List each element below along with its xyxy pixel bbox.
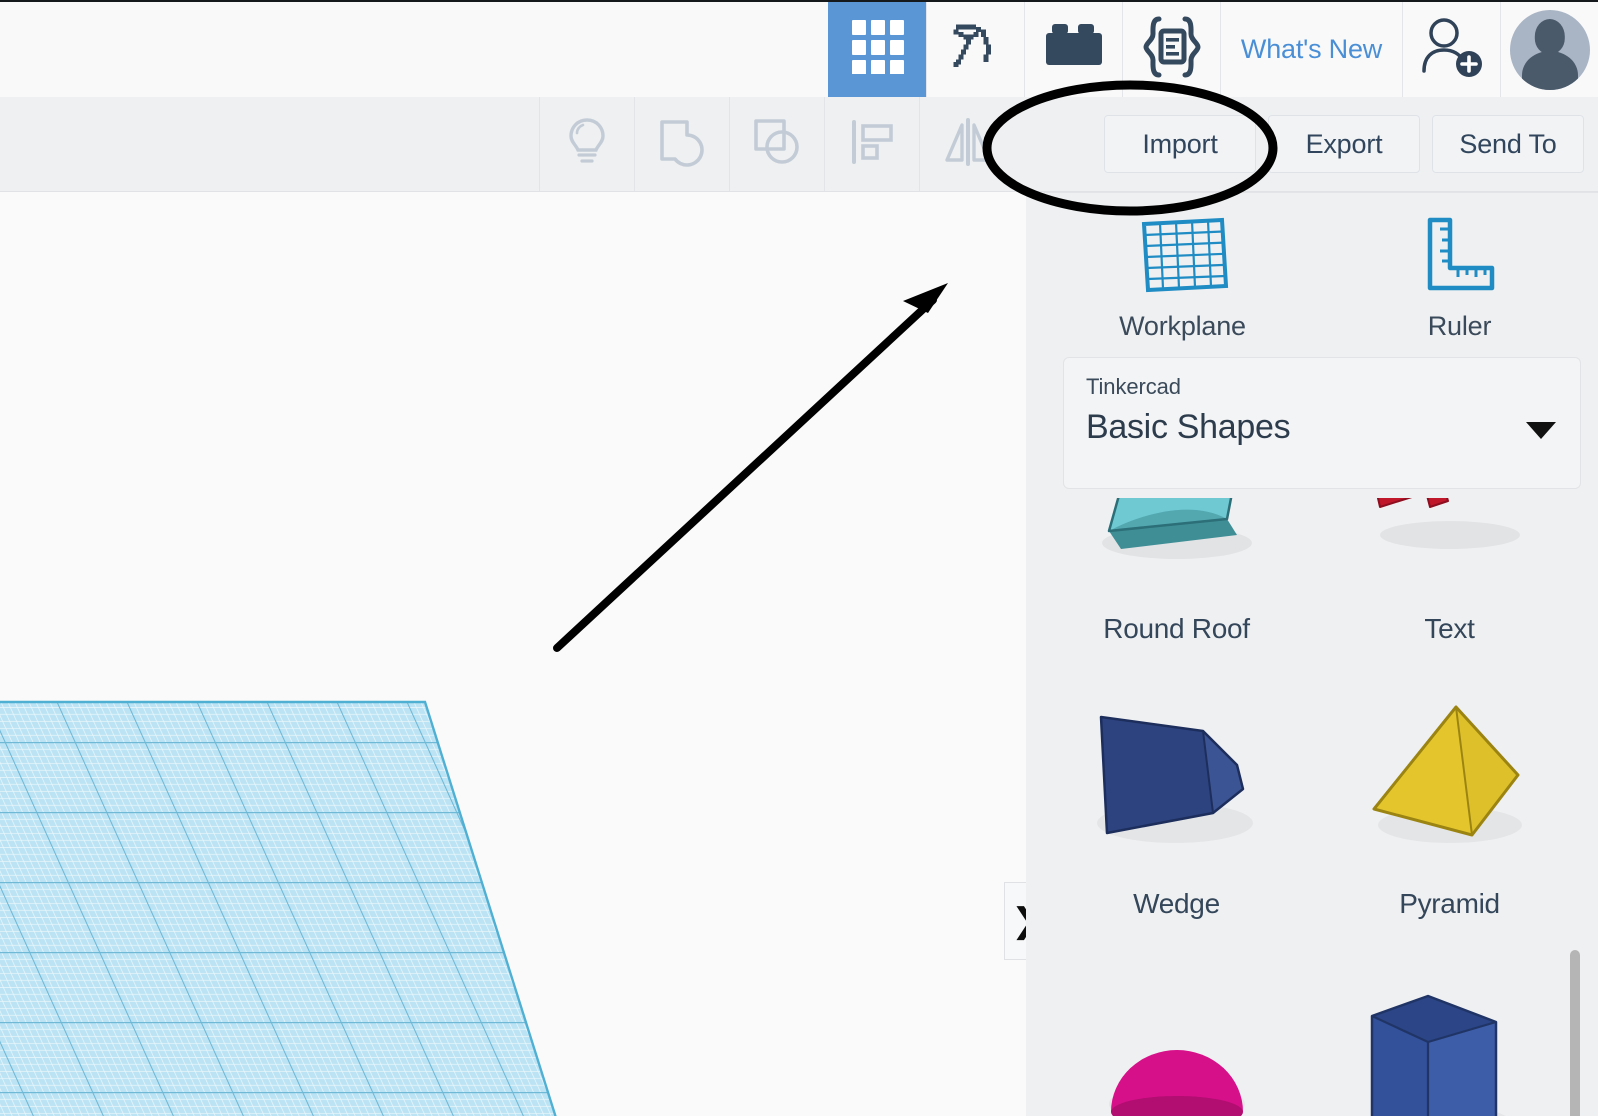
ungroup-shapes-icon	[752, 117, 802, 172]
whats-new-label: What's New	[1240, 34, 1383, 64]
panel-tool-ruler-label: Ruler	[1427, 311, 1492, 341]
tab-codeblocks[interactable]	[1122, 2, 1220, 97]
tab-minecraft[interactable]	[926, 2, 1024, 97]
panel-tool-workplane[interactable]: Workplane	[1044, 204, 1321, 342]
account-avatar-button[interactable]	[1500, 2, 1598, 97]
whats-new-link[interactable]: What's New	[1220, 2, 1402, 97]
editor-toolbar: Import Export Send To	[0, 97, 1598, 192]
grid-icon	[851, 20, 904, 79]
export-button-label: Export	[1305, 128, 1383, 159]
toolbar-group-button[interactable]	[635, 97, 730, 191]
group-shapes-icon	[657, 117, 707, 172]
workplane-icon	[1136, 216, 1230, 299]
shape-label: Text	[1424, 613, 1475, 644]
shape-item-wedge[interactable]: Wedge	[1040, 663, 1313, 938]
invite-people-button[interactable]	[1402, 2, 1500, 97]
avatar	[1509, 9, 1590, 90]
shape-item-dome[interactable]	[1040, 938, 1313, 1116]
ruler-icon	[1424, 216, 1496, 299]
shape-grid: Round Roof Text Wedge Pyramid	[1040, 498, 1586, 1116]
shape-label: Round Roof	[1103, 613, 1250, 644]
design-canvas[interactable]	[0, 192, 1026, 1116]
dropdown-selected-value: Basic Shapes	[1086, 408, 1291, 446]
send-to-button[interactable]: Send To	[1432, 115, 1584, 173]
shape-list-scroll-area[interactable]: Round Roof Text Wedge Pyramid	[1040, 498, 1586, 1116]
toolbar-hint-button[interactable]	[540, 97, 635, 191]
lightbulb-icon	[565, 117, 609, 172]
mirror-flip-icon	[944, 117, 992, 171]
shapes-panel: Workplane Ruler Tinkercad Basic Shapes R…	[1026, 192, 1598, 1116]
toolbar-ungroup-button[interactable]	[730, 97, 825, 191]
toolbar-mirror-button[interactable]	[920, 97, 1015, 191]
export-button[interactable]: Export	[1268, 115, 1420, 173]
shape-library-dropdown[interactable]: Tinkercad Basic Shapes	[1063, 357, 1581, 489]
shape-label: Pyramid	[1399, 888, 1500, 919]
toolbar-action-buttons: Import Export Send To	[1104, 97, 1598, 191]
caret-down-icon[interactable]	[1526, 422, 1556, 439]
shape-item-hex-prism[interactable]	[1313, 938, 1586, 1116]
panel-scrollbar-thumb[interactable]	[1570, 950, 1580, 1116]
import-button[interactable]: Import	[1104, 115, 1256, 173]
hex-prism-thumbnail	[1313, 938, 1586, 1116]
tinkercad-editor-window: What's New Import Export Send To Workpla…	[0, 0, 1598, 1116]
dropdown-category-label: Tinkercad	[1086, 374, 1181, 399]
shape-item-pyramid[interactable]: Pyramid	[1313, 663, 1586, 938]
toolbar-left-region	[0, 97, 540, 191]
tab-3d-designs[interactable]	[828, 2, 926, 97]
shape-item-round-roof[interactable]: Round Roof	[1040, 498, 1313, 663]
shape-item-text[interactable]: Text	[1313, 498, 1586, 663]
toolbar-align-button[interactable]	[825, 97, 920, 191]
align-icon	[849, 118, 895, 171]
panel-divider	[1044, 192, 1598, 193]
panel-tool-row: Workplane Ruler	[1044, 204, 1598, 342]
codeblocks-icon	[1141, 15, 1203, 84]
shape-label: Wedge	[1133, 888, 1220, 919]
send-to-button-label: Send To	[1459, 128, 1557, 159]
text-thumbnail	[1313, 498, 1586, 607]
round-roof-thumbnail	[1040, 498, 1313, 607]
pyramid-thumbnail	[1313, 663, 1586, 882]
top-navigation-bar: What's New	[0, 0, 1598, 97]
panel-tool-ruler[interactable]: Ruler	[1321, 204, 1598, 342]
wedge-thumbnail	[1040, 663, 1313, 882]
pickaxe-icon	[946, 17, 1006, 82]
lego-brick-icon	[1045, 22, 1102, 77]
workplane-grid[interactable]	[0, 532, 680, 1116]
import-button-label: Import	[1142, 128, 1218, 159]
dome-thumbnail	[1040, 938, 1313, 1116]
user-add-icon	[1419, 16, 1485, 83]
tab-bricks[interactable]	[1024, 2, 1122, 97]
panel-tool-workplane-label: Workplane	[1119, 311, 1246, 341]
